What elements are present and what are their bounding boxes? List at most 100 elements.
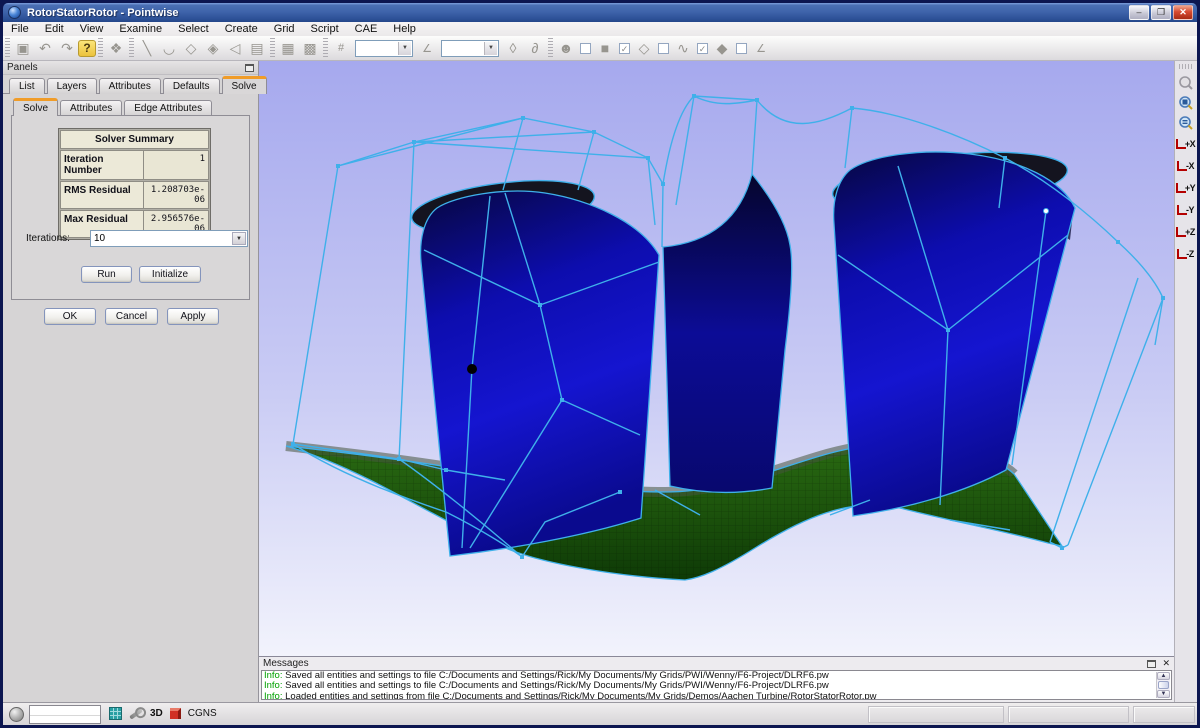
scroll-down-icon[interactable]: ▼	[1157, 690, 1170, 698]
view-minus-z-button[interactable]: -Z	[1175, 243, 1196, 265]
toolbar-grip[interactable]	[270, 38, 275, 58]
toolbar-grip[interactable]	[5, 38, 10, 58]
view-plus-x-button[interactable]: +X	[1175, 133, 1196, 155]
tab-layers[interactable]: Layers	[47, 78, 97, 94]
create-block-icon[interactable]: ▤	[246, 38, 268, 59]
close-icon[interactable]: ✕	[1162, 659, 1170, 668]
cancel-button[interactable]: Cancel	[105, 308, 158, 325]
selected-node[interactable]	[1044, 209, 1049, 214]
subtab-edge-attributes[interactable]: Edge Attributes	[124, 100, 212, 116]
view-plus-y-button[interactable]: +Y	[1175, 177, 1196, 199]
panels-title: Panels	[7, 62, 38, 73]
chevron-down-icon[interactable]: ▼	[484, 42, 497, 55]
structured-grid-icon[interactable]: ▦	[277, 38, 299, 59]
menu-examine[interactable]: Examine	[111, 23, 170, 36]
view-plus-z-button[interactable]: +Z	[1175, 221, 1196, 243]
toolbar-grip[interactable]	[129, 38, 134, 58]
subtab-solve[interactable]: Solve	[13, 98, 58, 116]
float-panel-icon[interactable]	[245, 64, 254, 72]
angle-icon[interactable]: ∠	[416, 38, 438, 59]
database-checkbox[interactable]	[736, 43, 747, 54]
project-icon[interactable]: ◊	[502, 38, 524, 59]
status-input[interactable]	[29, 705, 101, 724]
probe-point[interactable]	[467, 364, 477, 374]
menu-edit[interactable]: Edit	[37, 23, 72, 36]
block-visibility-icon[interactable]: ■	[594, 38, 616, 59]
run-button[interactable]: Run	[81, 266, 132, 283]
domain-checkbox[interactable]	[658, 43, 669, 54]
view-minus-x-button[interactable]: -X	[1175, 155, 1196, 177]
titlebar[interactable]: RotorStatorRotor - Pointwise – ❐ ✕	[3, 3, 1197, 22]
menu-cae[interactable]: CAE	[347, 23, 386, 36]
redo-icon[interactable]: ↷	[56, 38, 78, 59]
spacing-icon[interactable]: ∠	[750, 38, 772, 59]
connector-checkbox[interactable]: ✓	[697, 43, 708, 54]
layers-add-icon[interactable]: ❖	[105, 38, 127, 59]
close-button[interactable]: ✕	[1173, 5, 1193, 20]
minimize-button[interactable]: –	[1129, 5, 1149, 20]
float-panel-icon[interactable]	[1147, 660, 1156, 668]
create-segment-icon[interactable]: ╲	[136, 38, 158, 59]
menu-help[interactable]: Help	[385, 23, 424, 36]
view-minus-y-button[interactable]: -Y	[1175, 199, 1196, 221]
save-icon[interactable]: ▣	[12, 38, 34, 59]
chevron-down-icon[interactable]: ▼	[398, 42, 411, 55]
create-surface-icon[interactable]: ◇	[180, 38, 202, 59]
mask-icon[interactable]: ☻	[555, 38, 577, 59]
restore-button[interactable]: ❐	[1151, 5, 1171, 20]
toolbar-grip[interactable]	[98, 38, 103, 58]
tab-attributes[interactable]: Attributes	[99, 78, 161, 94]
dimension-indicator: 3D	[150, 708, 163, 719]
scrollbar[interactable]: ▲ ▼	[1156, 672, 1170, 698]
toolbar-grip[interactable]	[1179, 64, 1193, 69]
dimension-icon[interactable]: #	[330, 38, 352, 59]
connector-visibility-icon[interactable]: ∿	[672, 38, 694, 59]
table-row: Iteration Number 1	[59, 149, 210, 180]
ok-button[interactable]: OK	[44, 308, 96, 325]
status-cell	[1008, 706, 1129, 723]
toolbar-grip[interactable]	[323, 38, 328, 58]
apply-button[interactable]: Apply	[167, 308, 219, 325]
menu-script[interactable]: Script	[303, 23, 347, 36]
zoom-extents-icon[interactable]	[1175, 93, 1196, 113]
mask-checkbox[interactable]	[580, 43, 591, 54]
scroll-up-icon[interactable]: ▲	[1157, 672, 1170, 680]
view-toolbar: +X -X +Y -Y +Z -Z	[1174, 61, 1197, 702]
tab-defaults[interactable]: Defaults	[163, 78, 220, 94]
help-icon[interactable]: ?	[78, 40, 96, 57]
messages-log: Info: Saved all entities and settings to…	[261, 670, 1172, 700]
unstructured-grid-icon[interactable]: ▩	[299, 38, 321, 59]
menu-create[interactable]: Create	[217, 23, 266, 36]
chevron-down-icon[interactable]: ▼	[232, 232, 246, 245]
create-fan-icon[interactable]: ◁	[224, 38, 246, 59]
domain-visibility-icon[interactable]: ◇	[633, 38, 655, 59]
initialize-button[interactable]: Initialize	[139, 266, 201, 283]
statusbar: 3D CGNS	[3, 702, 1197, 725]
angle-combo[interactable]: ▼	[441, 40, 499, 57]
zoom-actual-icon[interactable]	[1175, 113, 1196, 133]
cae-indicator: CGNS	[188, 708, 217, 719]
derivative-icon[interactable]: ∂	[524, 38, 546, 59]
3d-viewport[interactable]	[259, 61, 1174, 656]
database-visibility-icon[interactable]: ◆	[711, 38, 733, 59]
table-row: RMS Residual 1.208703e-06	[59, 180, 210, 209]
menu-select[interactable]: Select	[170, 23, 217, 36]
status-sphere-icon	[9, 707, 24, 722]
menu-grid[interactable]: Grid	[266, 23, 303, 36]
create-curve-icon[interactable]: ◡	[158, 38, 180, 59]
block-checkbox[interactable]: ✓	[619, 43, 630, 54]
menu-view[interactable]: View	[72, 23, 112, 36]
subtab-attributes[interactable]: Attributes	[60, 100, 122, 116]
tab-list[interactable]: List	[9, 78, 45, 94]
create-domain-icon[interactable]: ◈	[202, 38, 224, 59]
tool-icon	[129, 708, 143, 719]
undo-icon[interactable]: ↶	[34, 38, 56, 59]
scrollbar-thumb[interactable]	[1158, 681, 1169, 689]
toolbar-grip[interactable]	[548, 38, 553, 58]
dimension-combo[interactable]: ▼	[355, 40, 413, 57]
iterations-combo[interactable]: 10 ▼	[90, 230, 248, 247]
menu-file[interactable]: File	[3, 23, 37, 36]
zoom-in-icon[interactable]	[1175, 73, 1196, 93]
grid-mode-icon	[109, 707, 122, 720]
tab-solve[interactable]: Solve	[222, 76, 267, 94]
